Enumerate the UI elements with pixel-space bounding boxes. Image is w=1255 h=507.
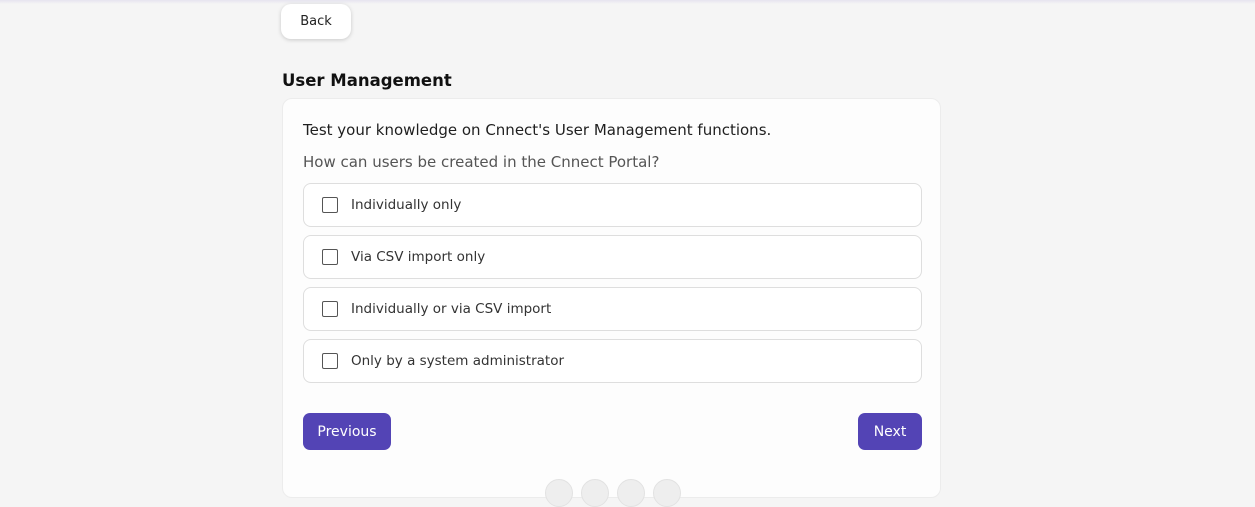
progress-dot[interactable] [545, 479, 573, 507]
progress-dot[interactable] [581, 479, 609, 507]
quiz-question: How can users be created in the Cnnect P… [303, 153, 660, 171]
checkbox[interactable] [322, 353, 338, 369]
option-label: Only by a system administrator [351, 353, 565, 369]
progress-dot[interactable] [653, 479, 681, 507]
option-system-admin-only[interactable]: Only by a system administrator [303, 339, 922, 383]
option-label: Via CSV import only [351, 249, 486, 265]
quiz-intro: Test your knowledge on Cnnect's User Man… [303, 121, 772, 139]
progress-dots [545, 479, 681, 507]
previous-button[interactable]: Previous [303, 413, 391, 450]
top-bar-shadow [0, 0, 1255, 4]
option-individually-or-csv[interactable]: Individually or via CSV import [303, 287, 922, 331]
checkbox[interactable] [322, 301, 338, 317]
option-label: Individually only [351, 197, 462, 213]
progress-dot[interactable] [617, 479, 645, 507]
option-csv-import-only[interactable]: Via CSV import only [303, 235, 922, 279]
checkbox[interactable] [322, 197, 338, 213]
option-label: Individually or via CSV import [351, 301, 552, 317]
next-button[interactable]: Next [858, 413, 922, 450]
quiz-card: Test your knowledge on Cnnect's User Man… [282, 98, 941, 507]
checkbox[interactable] [322, 249, 338, 265]
page-title: User Management [282, 71, 452, 90]
back-button[interactable]: Back [281, 4, 351, 39]
option-individually-only[interactable]: Individually only [303, 183, 922, 227]
